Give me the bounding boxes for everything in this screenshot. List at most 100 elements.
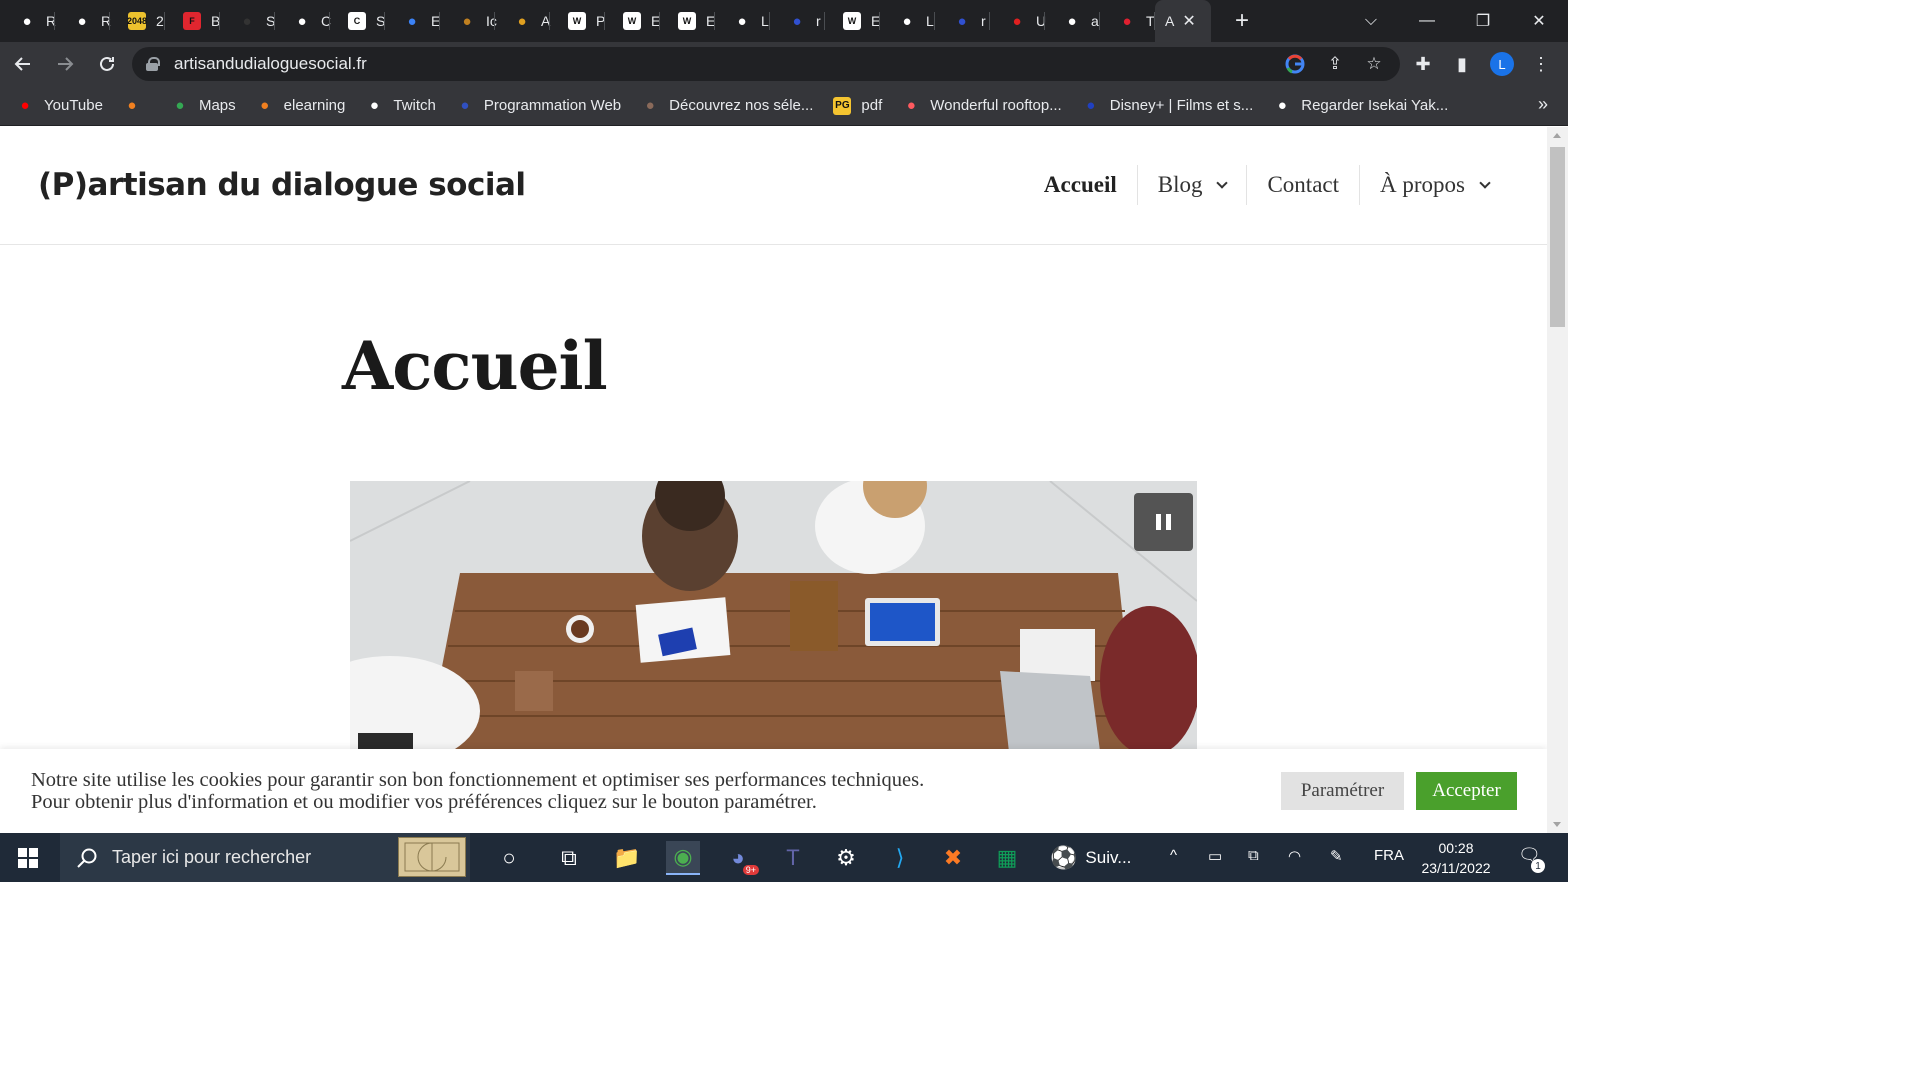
google-icon[interactable] — [1284, 53, 1306, 75]
extensions-icon[interactable]: ✚ — [1410, 51, 1436, 77]
cookie-settings-button[interactable]: Paramétrer — [1281, 772, 1404, 810]
browser-tab[interactable]: ● A — [495, 0, 550, 42]
show-hidden-icons-icon[interactable]: ^ — [1170, 847, 1177, 864]
taskbar-app[interactable]: ⧉ — [552, 841, 586, 875]
close-tab-icon[interactable]: ✕ — [1182, 11, 1195, 31]
browser-tab[interactable]: CS — [330, 0, 385, 42]
bookmark-item[interactable]: ● YouTube — [16, 97, 102, 115]
browser-tab[interactable]: ● a — [1045, 0, 1100, 42]
battery-icon[interactable]: ▭ — [1208, 847, 1222, 865]
browser-tab[interactable]: ● r — [935, 0, 990, 42]
minimize-button[interactable]: — — [1399, 0, 1455, 42]
cookie-accept-button[interactable]: Accepter — [1416, 772, 1517, 810]
taskbar-app[interactable]: ◕ 9+ — [721, 841, 759, 875]
bookmarks-overflow-button[interactable]: » — [1538, 94, 1548, 115]
start-button[interactable] — [0, 833, 56, 882]
browser-tab[interactable]: FB — [165, 0, 220, 42]
browser-tab[interactable]: ● L — [715, 0, 770, 42]
browser-tab[interactable]: WP — [550, 0, 605, 42]
menu-kebab-icon[interactable]: ⋮ — [1528, 51, 1554, 77]
nav-item[interactable]: Accueil — [1024, 165, 1137, 205]
page-scrollbar[interactable] — [1547, 127, 1568, 833]
share-icon[interactable]: ⇪ — [1324, 53, 1346, 75]
taskbar-app[interactable]: ⟩ — [883, 841, 917, 875]
wordpress-icon: W — [568, 12, 586, 30]
site-title[interactable]: (P)artisan du dialogue social — [38, 167, 526, 203]
taskbar-search[interactable]: Taper ici pour rechercher — [60, 833, 470, 882]
tab-title: a — [1091, 13, 1099, 29]
browser-tab[interactable]: WE — [605, 0, 660, 42]
browser-tab[interactable]: ● C — [275, 0, 331, 42]
browser-tab[interactable]: WE — [660, 0, 715, 42]
wordpress-icon: W — [623, 12, 641, 30]
bookmark-label: Programmation Web — [483, 97, 622, 114]
scroll-thumb[interactable] — [1550, 147, 1565, 327]
taskbar-app[interactable]: ◉ — [666, 841, 700, 875]
browser-tab[interactable]: WE — [825, 0, 880, 42]
slideshow-pause-button[interactable] — [1134, 493, 1193, 551]
browser-tab[interactable]: ● R — [0, 0, 56, 42]
taskbar-app[interactable]: ▦ — [990, 841, 1024, 875]
language-indicator[interactable]: FRA — [1374, 847, 1404, 864]
taskbar-app[interactable]: ○ — [492, 841, 526, 875]
taskbar-app[interactable]: 📁 — [610, 841, 644, 875]
pen-icon[interactable]: ✎ — [1330, 847, 1343, 865]
tab-search-icon[interactable]: ⌵ — [1343, 0, 1399, 42]
pg-icon: PG — [833, 96, 852, 115]
bookmark-item[interactable]: ● Programmation Web — [456, 97, 621, 115]
c-logo-icon: C — [348, 12, 366, 30]
taskbar-app[interactable]: T — [776, 841, 810, 875]
bookmark-item[interactable]: ● Découvrez nos séle... — [641, 97, 814, 115]
browser-tab[interactable]: 2048 2 — [110, 0, 165, 42]
clock[interactable]: 00:28 23/11/2022 — [1410, 838, 1502, 878]
url-text[interactable]: artisandudialoguesocial.fr — [174, 54, 367, 74]
scroll-up-arrow-icon[interactable] — [1553, 133, 1561, 138]
bookmark-star-icon[interactable]: ☆ — [1363, 53, 1385, 75]
new-tab-button[interactable]: + — [1227, 7, 1257, 35]
browser-tab[interactable]: ● Ic — [440, 0, 497, 42]
back-button[interactable] — [4, 45, 42, 83]
tab-strip: ● R ● R 2048 2 F B ● S ● C C S ● E ● Ic ● A W P W E W E ● L ● r W E ● L ● r… — [0, 0, 1568, 42]
cortana-icon: ○ — [502, 845, 516, 870]
scroll-down-arrow-icon[interactable] — [1553, 822, 1561, 827]
side-panel-icon[interactable]: ▮ — [1449, 51, 1475, 77]
bookmark-item[interactable]: ● Maps — [171, 97, 235, 115]
youtube-icon: ● — [20, 97, 30, 114]
taskbar-app[interactable]: ✖ — [936, 841, 970, 875]
browser-tab[interactable]: ● r — [770, 0, 825, 42]
bookmark-item[interactable]: ● Disney+ | Films et s... — [1082, 97, 1253, 115]
page-title: Accueil — [342, 327, 608, 405]
wifi-icon[interactable]: ◠ — [1288, 847, 1301, 865]
bookmark-item[interactable]: ● — [123, 97, 151, 115]
browser-tab[interactable]: ● U — [990, 0, 1046, 42]
forward-button[interactable] — [46, 45, 84, 83]
cookie-message: Notre site utilise les cookies pour gara… — [31, 769, 924, 813]
bookmark-item[interactable]: PG pdf — [833, 96, 882, 115]
browser-tab[interactable]: ● S — [220, 0, 275, 42]
taskbar-app[interactable]: ⚽ Suiv... — [1050, 841, 1150, 875]
bookmark-item[interactable]: ● elearning — [256, 97, 345, 115]
nav-item[interactable]: À propos — [1359, 165, 1509, 205]
bookmark-item[interactable]: ● Regarder Isekai Yak... — [1273, 97, 1449, 115]
browser-tab[interactable]: ● L — [880, 0, 935, 42]
nav-item[interactable]: Contact — [1246, 165, 1359, 205]
restore-button[interactable]: ❐ — [1455, 0, 1511, 42]
close-window-button[interactable]: ✕ — [1511, 0, 1567, 42]
nav-item[interactable]: Blog — [1136, 165, 1247, 205]
profile-avatar[interactable]: L — [1489, 51, 1515, 77]
reload-button[interactable] — [88, 45, 126, 83]
active-browser-tab[interactable]: A ✕ — [1155, 0, 1211, 42]
browser-tab[interactable]: ● R — [55, 0, 111, 42]
browser-tab[interactable]: ● E — [385, 0, 440, 42]
display-icon[interactable]: ⧉ — [1248, 847, 1259, 864]
bookmark-item[interactable]: ● Twitch — [365, 97, 436, 115]
browser-tab[interactable]: ● T — [1100, 0, 1155, 42]
search-placeholder: Taper ici pour rechercher — [112, 847, 312, 867]
tab-title: S — [266, 13, 276, 29]
bookmark-item[interactable]: ● Wonderful rooftop... — [902, 97, 1062, 115]
taskbar-app[interactable]: ⚙ — [829, 841, 863, 875]
address-bar[interactable]: artisandudialoguesocial.fr ⇪ ☆ — [132, 47, 1400, 81]
web-page: (P)artisan du dialogue social Accueil Blo… — [0, 127, 1547, 833]
github-icon: ● — [737, 12, 747, 30]
tab-title: 2 — [156, 13, 164, 29]
